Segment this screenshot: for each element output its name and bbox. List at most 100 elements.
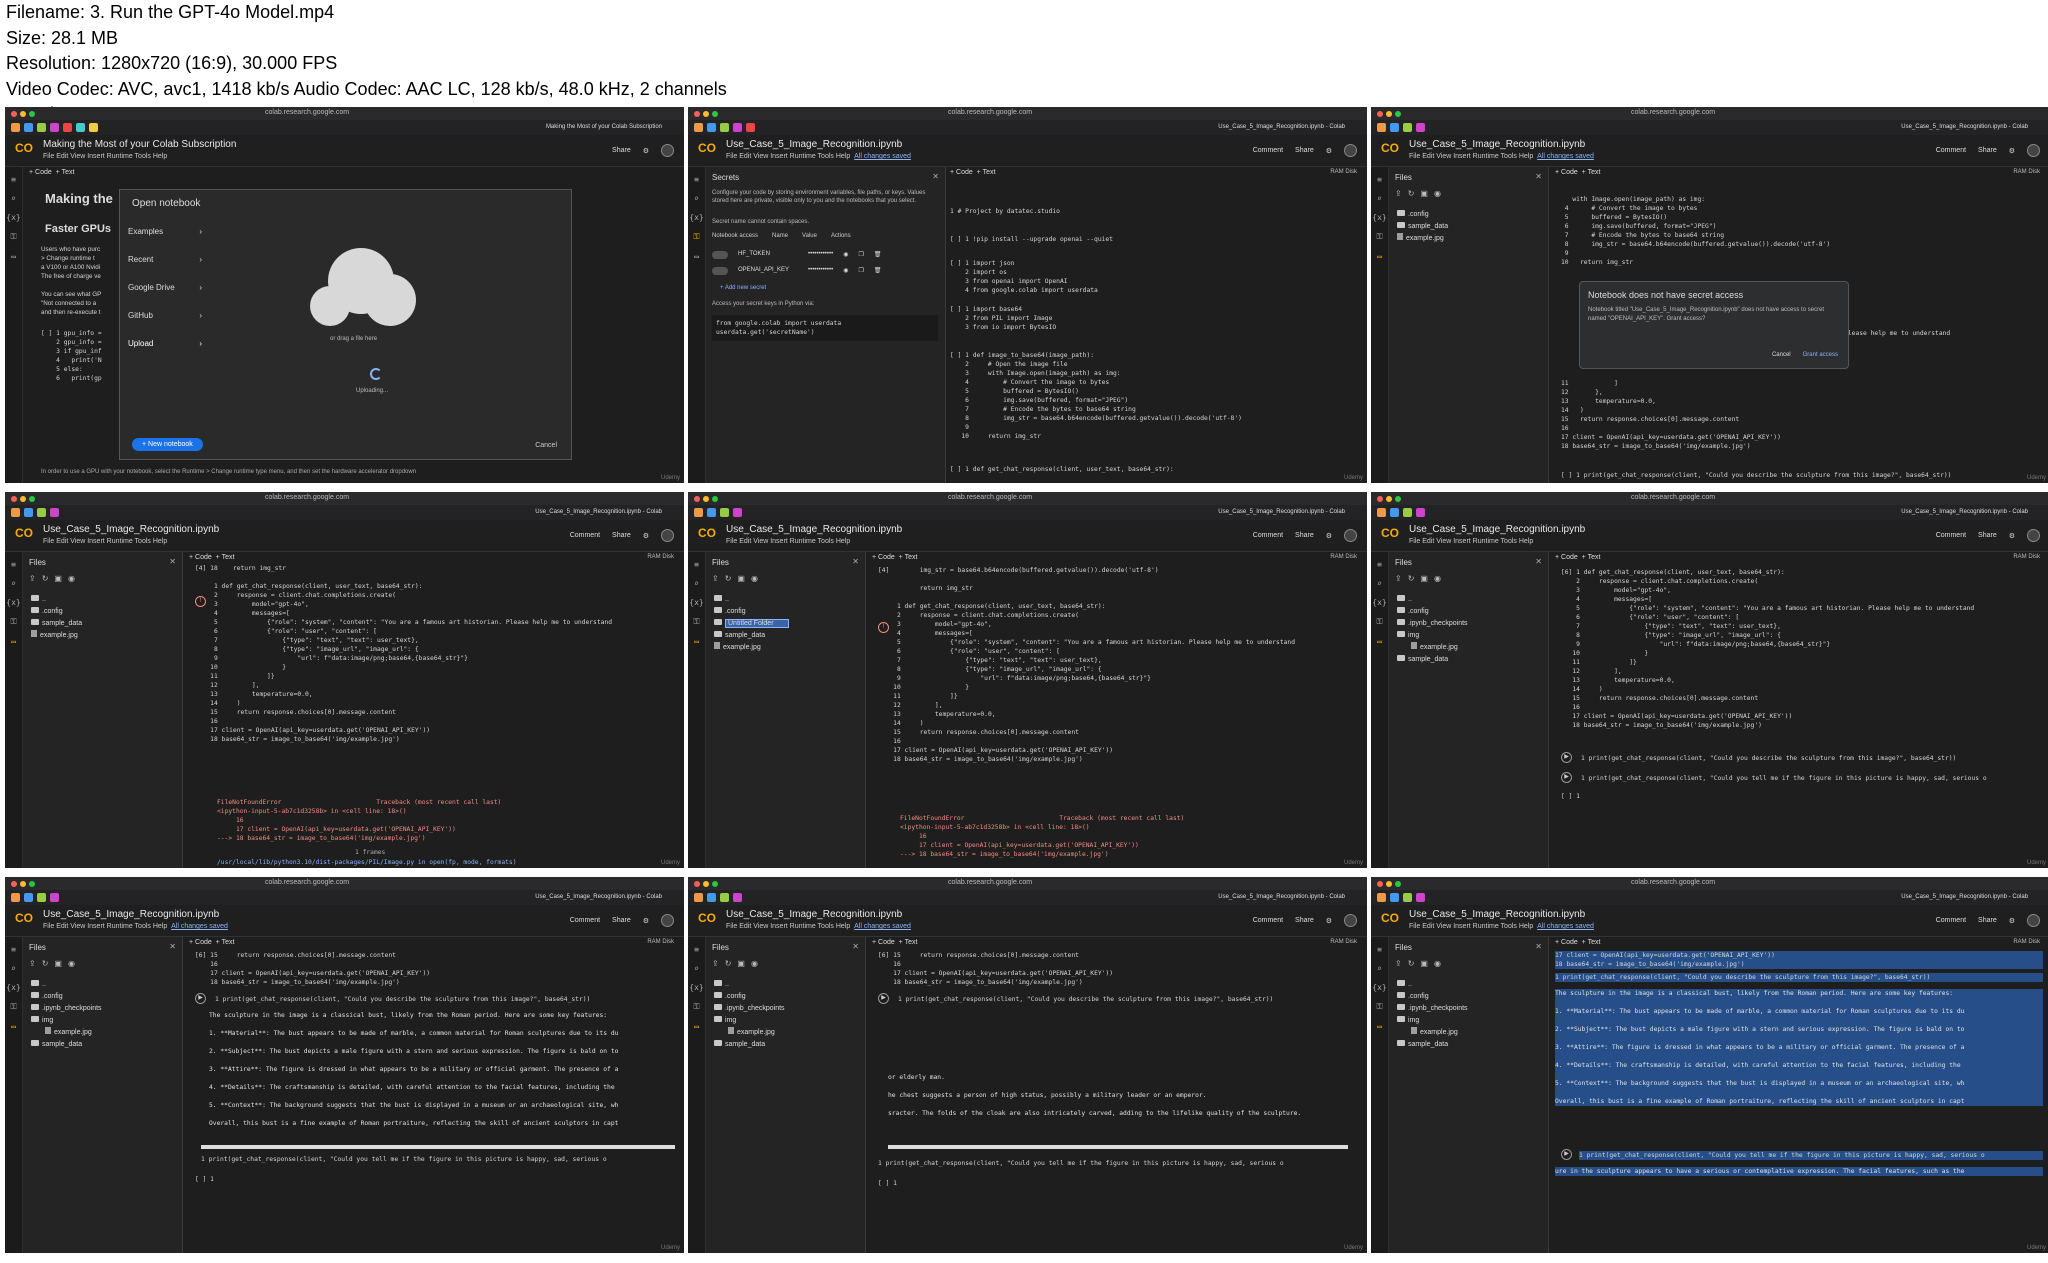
- close-icon[interactable]: ✕: [169, 557, 176, 566]
- comment-button[interactable]: Comment: [570, 917, 600, 924]
- add-text-button[interactable]: + Text: [1582, 939, 1601, 946]
- comment-button[interactable]: Comment: [1253, 917, 1283, 924]
- close-icon[interactable]: ✕: [169, 942, 176, 951]
- toc-icon[interactable]: ≡: [694, 175, 699, 184]
- folder-icon[interactable]: ▭: [694, 637, 699, 646]
- comment-button[interactable]: Comment: [1936, 917, 1966, 924]
- browser-tab[interactable]: Use_Case_5_Image_Recognition.ipynb - Col…: [535, 509, 662, 515]
- variables-icon[interactable]: {x}: [1372, 983, 1386, 992]
- search-icon[interactable]: ⌕: [694, 964, 699, 973]
- tree-item[interactable]: sample_data: [31, 1039, 102, 1051]
- add-text-button[interactable]: + Text: [899, 939, 918, 946]
- code-cell[interactable]: 1 print(get_chat_response(client, "Could…: [1581, 774, 1987, 783]
- avatar[interactable]: [2027, 529, 2040, 542]
- window-controls[interactable]: [694, 880, 718, 887]
- notebook-title[interactable]: Use_Case_5_Image_Recognition.ipynb: [43, 909, 219, 920]
- avatar[interactable]: [661, 914, 674, 927]
- code-cell[interactable]: 11 ] 12 }, 13 temperature=0.0, 14 ) 15 r…: [1561, 379, 1781, 451]
- code-cell[interactable]: [ ] 1: [878, 1179, 897, 1188]
- browser-tab[interactable]: Use_Case_5_Image_Recognition.ipynb - Col…: [1901, 894, 2028, 900]
- file-toolbar[interactable]: ⇪↻▣◉: [29, 574, 81, 583]
- gear-icon[interactable]: ⚙: [1326, 147, 1332, 155]
- tree-item[interactable]: example.jpg: [31, 630, 82, 642]
- notebook-title[interactable]: Making the Most of your Colab Subscripti…: [43, 139, 236, 150]
- rename-input[interactable]: Untitled Folder: [725, 619, 789, 628]
- avatar[interactable]: [2027, 144, 2040, 157]
- menu-bar[interactable]: File Edit View Insert Runtime Tools Help: [1409, 538, 1533, 545]
- nav-google-drive[interactable]: Google Drive ›: [120, 274, 210, 302]
- url-bar[interactable]: colab.research.google.com: [1631, 109, 1715, 116]
- colab-logo[interactable]: CO: [1381, 526, 1399, 540]
- toc-icon[interactable]: ≡: [11, 560, 16, 569]
- add-text-button[interactable]: + Text: [1582, 169, 1601, 176]
- toc-icon[interactable]: ≡: [11, 175, 16, 184]
- tree-item[interactable]: example.jpg: [1397, 1027, 1468, 1039]
- code-cell[interactable]: [ ] 1 def get_chat_response(client, user…: [950, 465, 1174, 474]
- tree-item-rename[interactable]: Untitled Folder: [714, 618, 789, 630]
- folder-icon[interactable]: ▭: [694, 252, 699, 261]
- window-controls[interactable]: [694, 110, 718, 117]
- variables-icon[interactable]: {x}: [6, 598, 20, 607]
- close-icon[interactable]: ✕: [932, 172, 939, 181]
- search-icon[interactable]: ⌕: [1377, 964, 1382, 973]
- run-cell-button[interactable]: ▶: [1561, 772, 1572, 783]
- access-toggle[interactable]: [712, 267, 728, 275]
- url-bar[interactable]: colab.research.google.com: [265, 494, 349, 501]
- browser-tab[interactable]: Use_Case_5_Image_Recognition.ipynb - Col…: [1218, 124, 1345, 130]
- code-cell[interactable]: [4] img_str = base64.b64encode(buffered.…: [878, 566, 1295, 764]
- url-bar[interactable]: colab.research.google.com: [1631, 879, 1715, 886]
- key-icon[interactable]: ⚿: [693, 617, 699, 627]
- tree-item[interactable]: .ipynb_checkpoints: [714, 1003, 785, 1015]
- run-cell-button[interactable]: ▶: [195, 993, 206, 1004]
- menu-bar[interactable]: File Edit View Insert Runtime Tools Help: [43, 538, 167, 545]
- tree-item[interactable]: .config: [714, 606, 789, 618]
- code-cell[interactable]: 1 print(get_chat_response(client, "Could…: [1581, 754, 1956, 763]
- add-secret-button[interactable]: + Add new secret: [720, 285, 766, 291]
- url-bar[interactable]: colab.research.google.com: [1631, 494, 1715, 501]
- tree-item[interactable]: .config: [1397, 209, 1448, 221]
- share-button[interactable]: Share: [1978, 917, 1997, 924]
- folder-icon[interactable]: ▭: [1377, 252, 1382, 261]
- menu-bar[interactable]: File Edit View Insert Runtime Tools Help: [43, 153, 167, 160]
- window-controls[interactable]: [11, 880, 35, 887]
- code-cell[interactable]: 1 print(get_chat_response(client, "Could…: [898, 995, 1273, 1004]
- gear-icon[interactable]: ⚙: [1326, 532, 1332, 540]
- toc-icon[interactable]: ≡: [694, 560, 699, 569]
- notebook-title[interactable]: Use_Case_5_Image_Recognition.ipynb: [726, 524, 902, 535]
- run-cell-button[interactable]: ▶: [878, 993, 889, 1004]
- ram-disk-indicator[interactable]: RAM Disk: [647, 939, 674, 945]
- url-bar[interactable]: colab.research.google.com: [265, 879, 349, 886]
- share-button[interactable]: Share: [1978, 147, 1997, 154]
- new-notebook-button[interactable]: + New notebook: [132, 438, 203, 451]
- share-button[interactable]: Share: [1295, 917, 1314, 924]
- browser-tab[interactable]: Use_Case_5_Image_Recognition.ipynb - Col…: [1218, 509, 1345, 515]
- add-code-button[interactable]: + Code: [950, 169, 973, 176]
- folder-icon[interactable]: ▭: [11, 1022, 16, 1031]
- search-icon[interactable]: ⌕: [694, 579, 699, 588]
- add-text-button[interactable]: + Text: [216, 939, 235, 946]
- key-icon[interactable]: ⚿: [1376, 617, 1382, 627]
- tree-item[interactable]: sample_data: [1397, 1039, 1468, 1051]
- tree-item[interactable]: sample_data: [714, 1039, 785, 1051]
- menu-bar[interactable]: File Edit View Insert Runtime Tools Help…: [726, 923, 911, 930]
- tree-item[interactable]: ..: [1397, 594, 1468, 606]
- tree-item[interactable]: ..: [714, 594, 789, 606]
- eye-icon[interactable]: ◉: [843, 251, 848, 259]
- folder-icon[interactable]: ▭: [11, 252, 16, 261]
- comment-button[interactable]: Comment: [1253, 147, 1283, 154]
- code-cell[interactable]: [ ] 1 print(get_chat_response(client, "C…: [1561, 471, 1951, 480]
- colab-logo[interactable]: CO: [698, 141, 716, 155]
- close-icon[interactable]: ✕: [852, 557, 859, 566]
- avatar[interactable]: [1344, 144, 1357, 157]
- key-icon[interactable]: ⚿: [1376, 1002, 1382, 1012]
- copy-icon[interactable]: ❐: [858, 251, 863, 259]
- search-icon[interactable]: ⌕: [1377, 579, 1382, 588]
- key-icon[interactable]: ⚿: [10, 1002, 16, 1012]
- window-controls[interactable]: [11, 495, 35, 502]
- code-cell-selected[interactable]: 1 print(get_chat_response(client, "Could…: [1579, 1151, 2043, 1160]
- frames-toggle[interactable]: 1 frames: [355, 848, 385, 857]
- trash-icon[interactable]: 🗑: [874, 251, 882, 259]
- search-icon[interactable]: ⌕: [11, 579, 16, 588]
- colab-logo[interactable]: CO: [1381, 911, 1399, 925]
- tree-item[interactable]: img: [1397, 1015, 1468, 1027]
